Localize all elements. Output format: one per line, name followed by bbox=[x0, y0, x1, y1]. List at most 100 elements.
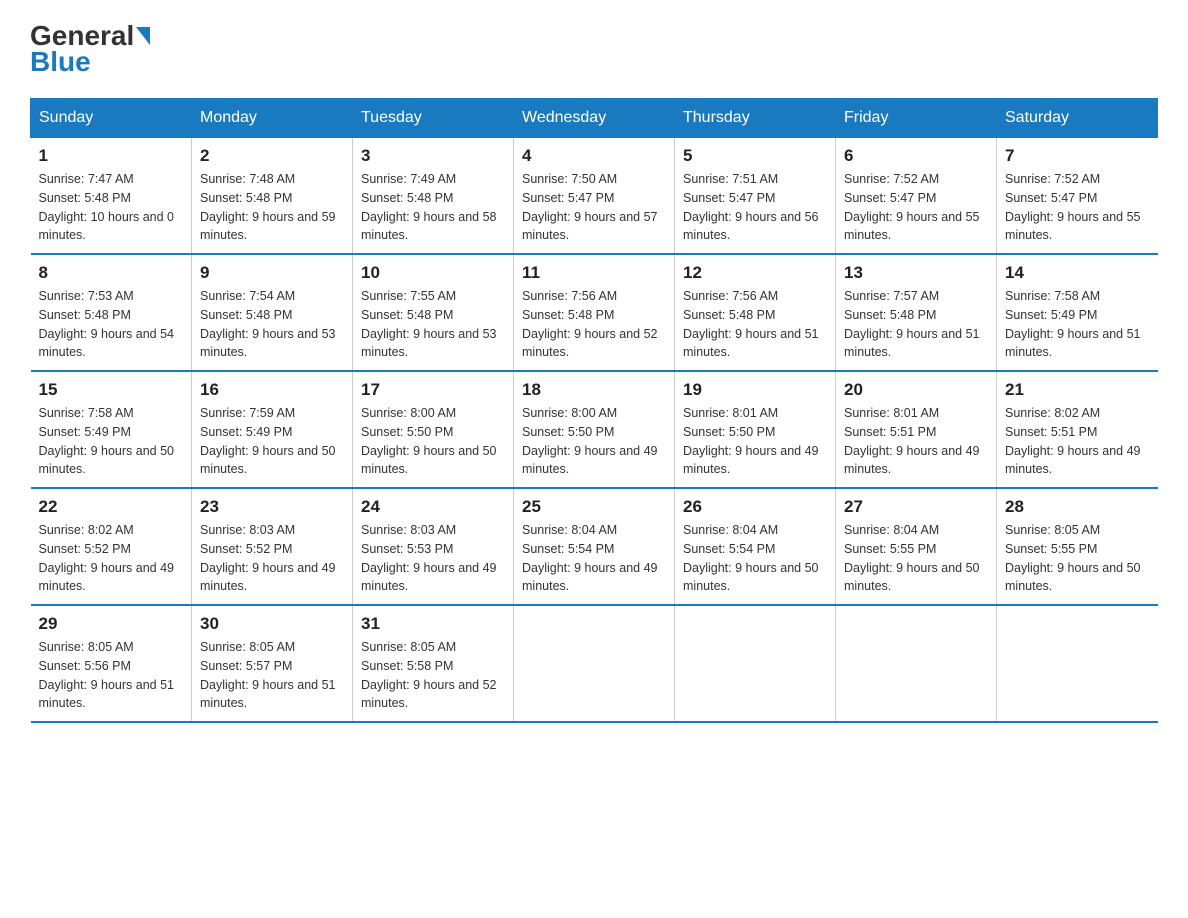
day-number: 4 bbox=[522, 146, 666, 166]
calendar-cell: 20 Sunrise: 8:01 AMSunset: 5:51 PMDaylig… bbox=[836, 371, 997, 488]
day-number: 20 bbox=[844, 380, 988, 400]
day-number: 9 bbox=[200, 263, 344, 283]
day-info: Sunrise: 8:04 AMSunset: 5:54 PMDaylight:… bbox=[522, 521, 666, 596]
day-number: 1 bbox=[39, 146, 184, 166]
page-header: General Blue bbox=[30, 20, 1158, 78]
calendar-cell: 30 Sunrise: 8:05 AMSunset: 5:57 PMDaylig… bbox=[192, 605, 353, 722]
calendar-cell: 28 Sunrise: 8:05 AMSunset: 5:55 PMDaylig… bbox=[997, 488, 1158, 605]
logo-arrow-icon bbox=[136, 27, 150, 45]
day-info: Sunrise: 7:58 AMSunset: 5:49 PMDaylight:… bbox=[39, 404, 184, 479]
calendar-cell: 31 Sunrise: 8:05 AMSunset: 5:58 PMDaylig… bbox=[353, 605, 514, 722]
day-number: 13 bbox=[844, 263, 988, 283]
calendar-cell: 4 Sunrise: 7:50 AMSunset: 5:47 PMDayligh… bbox=[514, 138, 675, 255]
calendar-cell: 2 Sunrise: 7:48 AMSunset: 5:48 PMDayligh… bbox=[192, 138, 353, 255]
calendar-cell: 8 Sunrise: 7:53 AMSunset: 5:48 PMDayligh… bbox=[31, 254, 192, 371]
day-number: 15 bbox=[39, 380, 184, 400]
calendar-cell: 27 Sunrise: 8:04 AMSunset: 5:55 PMDaylig… bbox=[836, 488, 997, 605]
calendar-cell: 25 Sunrise: 8:04 AMSunset: 5:54 PMDaylig… bbox=[514, 488, 675, 605]
day-info: Sunrise: 8:05 AMSunset: 5:58 PMDaylight:… bbox=[361, 638, 505, 713]
day-info: Sunrise: 7:56 AMSunset: 5:48 PMDaylight:… bbox=[522, 287, 666, 362]
calendar-cell: 18 Sunrise: 8:00 AMSunset: 5:50 PMDaylig… bbox=[514, 371, 675, 488]
day-info: Sunrise: 7:52 AMSunset: 5:47 PMDaylight:… bbox=[844, 170, 988, 245]
day-number: 24 bbox=[361, 497, 505, 517]
calendar-cell: 19 Sunrise: 8:01 AMSunset: 5:50 PMDaylig… bbox=[675, 371, 836, 488]
day-info: Sunrise: 8:04 AMSunset: 5:55 PMDaylight:… bbox=[844, 521, 988, 596]
calendar-cell: 21 Sunrise: 8:02 AMSunset: 5:51 PMDaylig… bbox=[997, 371, 1158, 488]
calendar-cell: 15 Sunrise: 7:58 AMSunset: 5:49 PMDaylig… bbox=[31, 371, 192, 488]
day-info: Sunrise: 8:00 AMSunset: 5:50 PMDaylight:… bbox=[361, 404, 505, 479]
calendar-cell bbox=[675, 605, 836, 722]
calendar-cell: 10 Sunrise: 7:55 AMSunset: 5:48 PMDaylig… bbox=[353, 254, 514, 371]
day-number: 19 bbox=[683, 380, 827, 400]
day-number: 22 bbox=[39, 497, 184, 517]
day-info: Sunrise: 7:59 AMSunset: 5:49 PMDaylight:… bbox=[200, 404, 344, 479]
header-wednesday: Wednesday bbox=[514, 99, 675, 138]
header-tuesday: Tuesday bbox=[353, 99, 514, 138]
day-info: Sunrise: 7:55 AMSunset: 5:48 PMDaylight:… bbox=[361, 287, 505, 362]
day-number: 10 bbox=[361, 263, 505, 283]
day-info: Sunrise: 7:49 AMSunset: 5:48 PMDaylight:… bbox=[361, 170, 505, 245]
calendar-cell: 16 Sunrise: 7:59 AMSunset: 5:49 PMDaylig… bbox=[192, 371, 353, 488]
calendar-cell: 7 Sunrise: 7:52 AMSunset: 5:47 PMDayligh… bbox=[997, 138, 1158, 255]
calendar-cell: 26 Sunrise: 8:04 AMSunset: 5:54 PMDaylig… bbox=[675, 488, 836, 605]
day-info: Sunrise: 7:50 AMSunset: 5:47 PMDaylight:… bbox=[522, 170, 666, 245]
header-thursday: Thursday bbox=[675, 99, 836, 138]
day-number: 29 bbox=[39, 614, 184, 634]
day-number: 25 bbox=[522, 497, 666, 517]
day-info: Sunrise: 8:02 AMSunset: 5:51 PMDaylight:… bbox=[1005, 404, 1150, 479]
day-number: 23 bbox=[200, 497, 344, 517]
calendar-cell: 9 Sunrise: 7:54 AMSunset: 5:48 PMDayligh… bbox=[192, 254, 353, 371]
logo: General Blue bbox=[30, 20, 150, 78]
calendar-cell: 17 Sunrise: 8:00 AMSunset: 5:50 PMDaylig… bbox=[353, 371, 514, 488]
day-info: Sunrise: 8:02 AMSunset: 5:52 PMDaylight:… bbox=[39, 521, 184, 596]
calendar-cell: 14 Sunrise: 7:58 AMSunset: 5:49 PMDaylig… bbox=[997, 254, 1158, 371]
day-info: Sunrise: 7:58 AMSunset: 5:49 PMDaylight:… bbox=[1005, 287, 1150, 362]
day-number: 31 bbox=[361, 614, 505, 634]
calendar-cell: 22 Sunrise: 8:02 AMSunset: 5:52 PMDaylig… bbox=[31, 488, 192, 605]
day-number: 30 bbox=[200, 614, 344, 634]
calendar-cell: 1 Sunrise: 7:47 AMSunset: 5:48 PMDayligh… bbox=[31, 138, 192, 255]
day-info: Sunrise: 7:47 AMSunset: 5:48 PMDaylight:… bbox=[39, 170, 184, 245]
day-info: Sunrise: 8:05 AMSunset: 5:55 PMDaylight:… bbox=[1005, 521, 1150, 596]
day-number: 16 bbox=[200, 380, 344, 400]
calendar-table: SundayMondayTuesdayWednesdayThursdayFrid… bbox=[30, 98, 1158, 723]
day-number: 14 bbox=[1005, 263, 1150, 283]
header-monday: Monday bbox=[192, 99, 353, 138]
day-info: Sunrise: 7:48 AMSunset: 5:48 PMDaylight:… bbox=[200, 170, 344, 245]
day-number: 17 bbox=[361, 380, 505, 400]
calendar-cell: 6 Sunrise: 7:52 AMSunset: 5:47 PMDayligh… bbox=[836, 138, 997, 255]
day-info: Sunrise: 8:01 AMSunset: 5:51 PMDaylight:… bbox=[844, 404, 988, 479]
day-number: 3 bbox=[361, 146, 505, 166]
day-number: 26 bbox=[683, 497, 827, 517]
calendar-cell: 24 Sunrise: 8:03 AMSunset: 5:53 PMDaylig… bbox=[353, 488, 514, 605]
logo-blue-text: Blue bbox=[30, 46, 91, 78]
week-row-2: 8 Sunrise: 7:53 AMSunset: 5:48 PMDayligh… bbox=[31, 254, 1158, 371]
day-info: Sunrise: 7:57 AMSunset: 5:48 PMDaylight:… bbox=[844, 287, 988, 362]
calendar-cell: 23 Sunrise: 8:03 AMSunset: 5:52 PMDaylig… bbox=[192, 488, 353, 605]
day-info: Sunrise: 8:04 AMSunset: 5:54 PMDaylight:… bbox=[683, 521, 827, 596]
day-info: Sunrise: 7:52 AMSunset: 5:47 PMDaylight:… bbox=[1005, 170, 1150, 245]
day-info: Sunrise: 8:01 AMSunset: 5:50 PMDaylight:… bbox=[683, 404, 827, 479]
week-row-5: 29 Sunrise: 8:05 AMSunset: 5:56 PMDaylig… bbox=[31, 605, 1158, 722]
day-info: Sunrise: 8:03 AMSunset: 5:52 PMDaylight:… bbox=[200, 521, 344, 596]
day-number: 27 bbox=[844, 497, 988, 517]
day-number: 2 bbox=[200, 146, 344, 166]
header-friday: Friday bbox=[836, 99, 997, 138]
day-number: 11 bbox=[522, 263, 666, 283]
day-info: Sunrise: 7:51 AMSunset: 5:47 PMDaylight:… bbox=[683, 170, 827, 245]
week-row-3: 15 Sunrise: 7:58 AMSunset: 5:49 PMDaylig… bbox=[31, 371, 1158, 488]
day-number: 28 bbox=[1005, 497, 1150, 517]
week-row-4: 22 Sunrise: 8:02 AMSunset: 5:52 PMDaylig… bbox=[31, 488, 1158, 605]
day-number: 12 bbox=[683, 263, 827, 283]
header-saturday: Saturday bbox=[997, 99, 1158, 138]
day-info: Sunrise: 8:05 AMSunset: 5:56 PMDaylight:… bbox=[39, 638, 184, 713]
day-number: 7 bbox=[1005, 146, 1150, 166]
day-number: 18 bbox=[522, 380, 666, 400]
calendar-cell: 13 Sunrise: 7:57 AMSunset: 5:48 PMDaylig… bbox=[836, 254, 997, 371]
day-info: Sunrise: 8:05 AMSunset: 5:57 PMDaylight:… bbox=[200, 638, 344, 713]
header-sunday: Sunday bbox=[31, 99, 192, 138]
day-info: Sunrise: 8:00 AMSunset: 5:50 PMDaylight:… bbox=[522, 404, 666, 479]
days-header-row: SundayMondayTuesdayWednesdayThursdayFrid… bbox=[31, 99, 1158, 138]
calendar-cell bbox=[514, 605, 675, 722]
calendar-cell: 12 Sunrise: 7:56 AMSunset: 5:48 PMDaylig… bbox=[675, 254, 836, 371]
